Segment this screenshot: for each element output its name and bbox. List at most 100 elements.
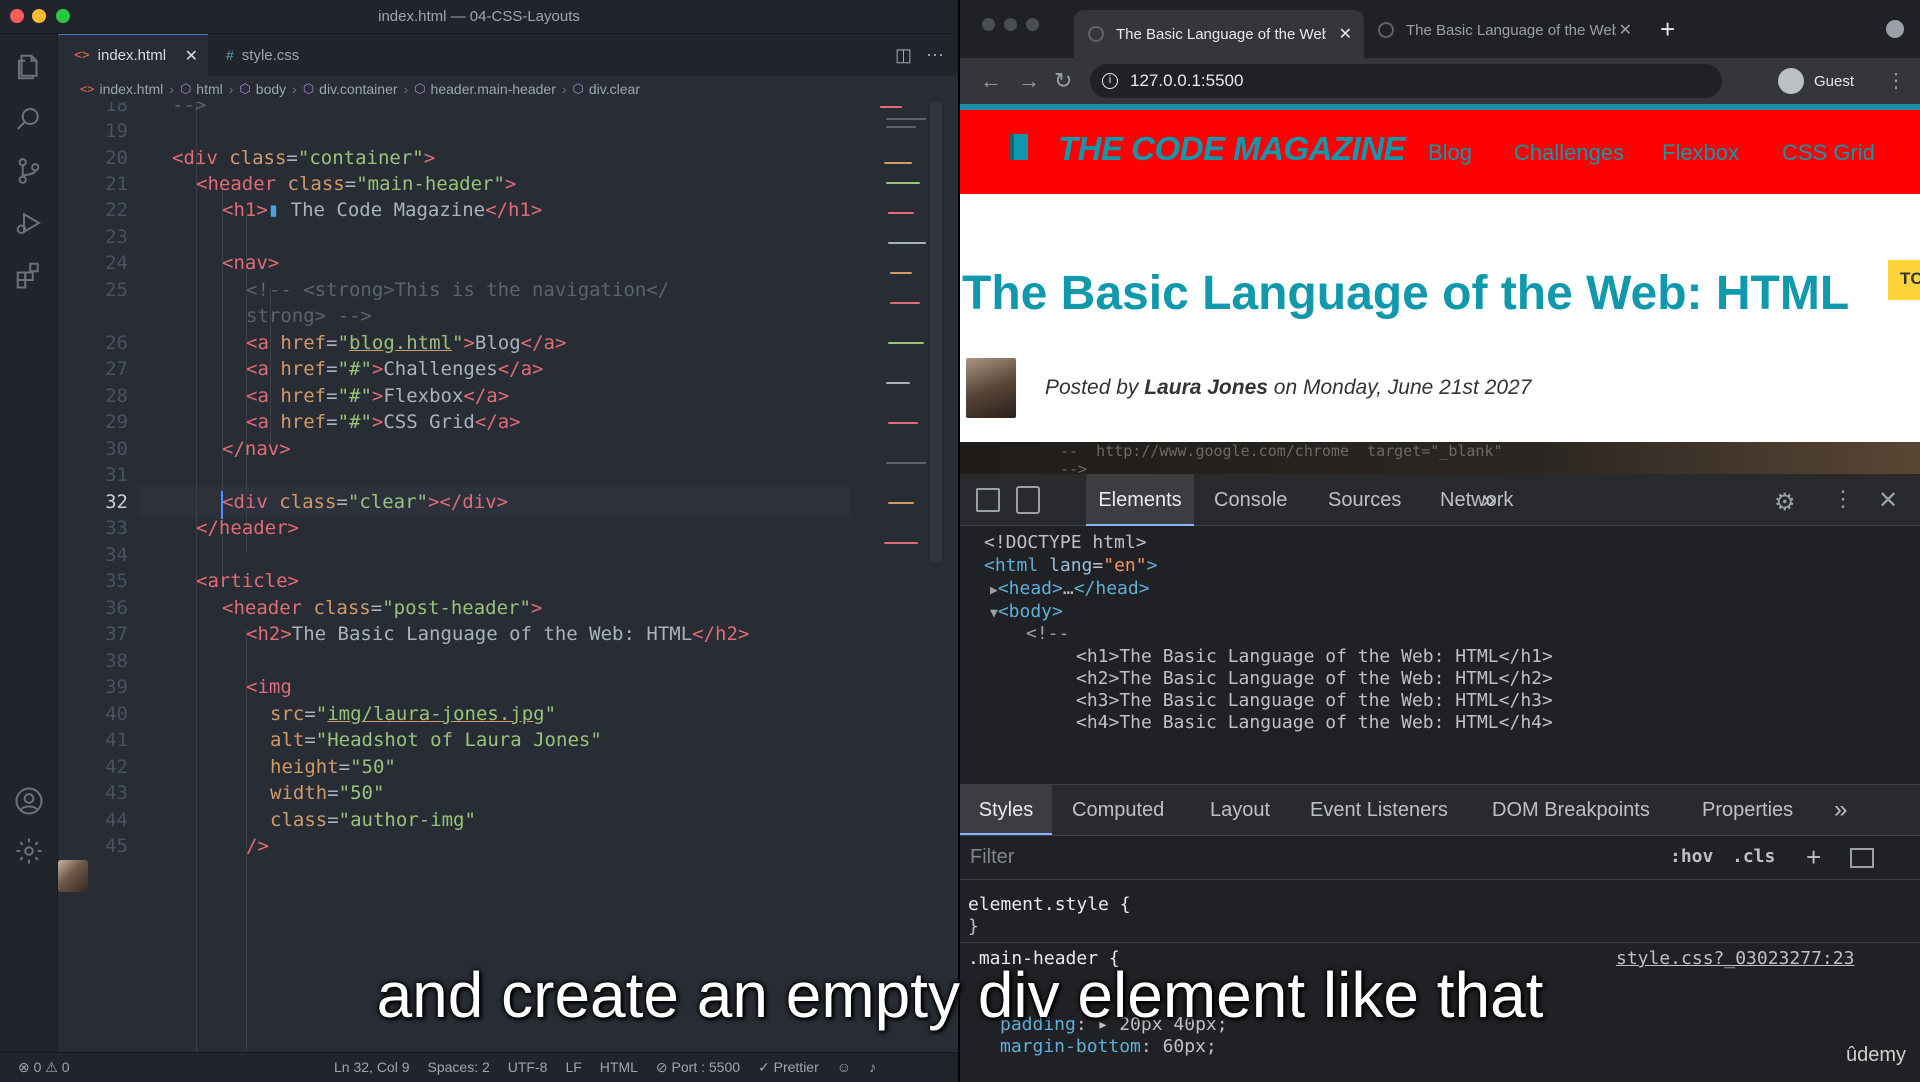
close-devtools-icon[interactable]: ✕ [1878, 486, 1898, 515]
dom-node-body[interactable]: ▼<body> [990, 601, 1063, 622]
tab-event-listeners[interactable]: Event Listeners [1310, 785, 1448, 835]
more-actions-icon[interactable]: ⋯ [926, 45, 944, 66]
tab-elements[interactable]: Elements [1086, 474, 1194, 526]
end-of-line[interactable]: LF [565, 1059, 581, 1076]
tab-sources[interactable]: Sources [1328, 474, 1401, 526]
line-number: 40 [105, 703, 128, 725]
line-number: 30 [105, 438, 128, 460]
language-mode[interactable]: HTML [600, 1059, 638, 1076]
more-tabs-icon[interactable]: » [1834, 785, 1847, 835]
maximize-window-button[interactable] [1026, 18, 1039, 31]
code-line-45: /> [246, 835, 269, 857]
code-line-40: src="img/laura-jones.jpg" [270, 703, 557, 725]
margin-bottom-declaration[interactable]: margin-bottom: 60px; [1000, 1036, 1217, 1057]
split-editor-icon[interactable]: ◫ [895, 45, 912, 66]
reload-icon[interactable]: ↻ [1054, 68, 1072, 94]
dom-node-doctype[interactable]: <!DOCTYPE html> [984, 532, 1147, 553]
chevron-right-icon: › [403, 81, 409, 97]
inspect-element-icon[interactable] [976, 488, 1000, 512]
tab-styles[interactable]: Styles [960, 785, 1052, 835]
site-info-icon[interactable]: i [1102, 73, 1118, 89]
line-number-gutter: 18 19 20 21 22 23 24 25 26 27 28 29 30 3… [58, 102, 140, 1052]
nav-link-flexbox[interactable]: Flexbox [1662, 140, 1739, 166]
close-tab-icon[interactable]: ✕ [1339, 24, 1352, 44]
tab-properties[interactable]: Properties [1702, 785, 1793, 835]
close-tab-icon[interactable]: ✕ [1619, 20, 1632, 40]
line-number: 44 [105, 809, 128, 831]
cursor-position[interactable]: Ln 32, Col 9 [334, 1059, 410, 1076]
tab-layout[interactable]: Layout [1210, 785, 1270, 835]
post-title: The Basic Language of the Web: HTML [962, 267, 1850, 320]
toc-badge[interactable]: TC [1888, 260, 1920, 300]
browser-menu-icon[interactable]: ⋮ [1886, 68, 1906, 93]
tab-dom-breakpoints[interactable]: DOM Breakpoints [1492, 785, 1650, 835]
settings-gear-icon[interactable] [14, 836, 44, 866]
breadcrumb-item[interactable]: div.clear [589, 81, 640, 97]
explorer-icon[interactable] [14, 52, 44, 82]
minimap-line [888, 342, 924, 344]
new-tab-button[interactable]: + [1660, 14, 1675, 45]
prettier-status[interactable]: ✓ Prettier [758, 1059, 819, 1076]
back-arrow-icon[interactable]: ← [980, 68, 1002, 94]
close-window-button[interactable] [982, 18, 995, 31]
code-line-18: --> [172, 102, 207, 116]
account-icon[interactable] [14, 786, 44, 816]
settings-gear-icon[interactable]: ⚙ [1774, 488, 1796, 517]
profile-button[interactable]: Guest [1778, 66, 1854, 96]
minimize-window-button[interactable] [1004, 18, 1017, 31]
minimap-slider[interactable] [930, 102, 942, 562]
more-tabs-icon[interactable]: » [1482, 474, 1495, 526]
address-bar[interactable]: i 127.0.0.1:5500 [1090, 64, 1722, 98]
nav-link-challenges[interactable]: Challenges [1514, 140, 1624, 166]
element-style-rule[interactable]: element.style { [968, 894, 1131, 915]
tab-console[interactable]: Console [1214, 474, 1287, 526]
hover-state-toggle[interactable]: :hov [1670, 846, 1713, 867]
dom-node-html[interactable]: <html lang="en"> [984, 555, 1157, 576]
source-control-icon[interactable] [14, 156, 44, 186]
browser-tab-strip: The Basic Language of the Web ✕ The Basi… [960, 0, 1920, 58]
run-debug-icon[interactable] [14, 208, 44, 238]
tab-index-html[interactable]: <> index.html ✕ [58, 34, 208, 76]
filter-input[interactable]: Filter [970, 846, 1014, 869]
tab-title: The Basic Language of the Web [1406, 21, 1616, 39]
problems-indicator[interactable]: ⊗ 0 ⚠ 0 [18, 1059, 70, 1076]
class-toggle[interactable]: .cls [1732, 846, 1775, 867]
tab-search-icon[interactable] [1886, 20, 1904, 38]
notifications-bell-icon[interactable]: ♪ [869, 1059, 876, 1076]
extensions-icon[interactable] [14, 260, 44, 290]
tab-network[interactable]: Network [1440, 474, 1513, 526]
breadcrumb-item[interactable]: body [256, 81, 286, 97]
minimap[interactable] [880, 102, 942, 562]
nav-link-blog[interactable]: Blog [1428, 140, 1472, 166]
code-editor[interactable]: 18 19 20 21 22 23 24 25 26 27 28 29 30 3… [58, 102, 958, 1052]
browser-tab-active[interactable]: The Basic Language of the Web ✕ [1074, 10, 1364, 58]
expand-triangle-icon[interactable]: ▶ [990, 583, 998, 598]
tab-computed[interactable]: Computed [1072, 785, 1164, 835]
devtools-menu-icon[interactable]: ⋮ [1832, 486, 1854, 512]
tab-style-css[interactable]: # style.css [210, 34, 360, 76]
new-style-rule-icon[interactable]: + [1806, 842, 1821, 873]
close-tab-icon[interactable]: ✕ [185, 46, 198, 66]
dom-tree[interactable]: <!DOCTYPE html> <html lang="en"> ▶<head>… [960, 526, 1920, 776]
feedback-icon[interactable]: ☺ [837, 1059, 851, 1076]
browser-tab[interactable]: The Basic Language of the Web ✕ [1364, 10, 1644, 50]
search-icon[interactable] [14, 104, 44, 134]
forward-arrow-icon[interactable]: → [1018, 68, 1040, 94]
code-line-20: <div class="container"> [172, 147, 436, 169]
nav-link-css-grid[interactable]: CSS Grid [1782, 140, 1875, 166]
dom-node-comment[interactable]: <!-- [1026, 623, 1069, 644]
line-number: 29 [105, 411, 128, 433]
collapse-triangle-icon[interactable]: ▼ [990, 606, 998, 621]
indentation[interactable]: Spaces: 2 [428, 1059, 490, 1076]
breadcrumb-item[interactable]: header.main-header [431, 81, 556, 97]
toggle-sidebar-icon[interactable] [1850, 848, 1874, 868]
dom-node-head[interactable]: ▶<head>…</head> [990, 578, 1150, 599]
encoding[interactable]: UTF-8 [508, 1059, 548, 1076]
line-number: 23 [105, 226, 128, 248]
breadcrumb-item[interactable]: index.html [99, 81, 163, 97]
live-server-port[interactable]: ⊘ Port : 5500 [656, 1059, 740, 1076]
breadcrumb-item[interactable]: div.container [319, 81, 397, 97]
minimap-line [890, 272, 912, 274]
breadcrumb-item[interactable]: html [196, 81, 222, 97]
device-toolbar-icon[interactable] [1016, 486, 1040, 514]
